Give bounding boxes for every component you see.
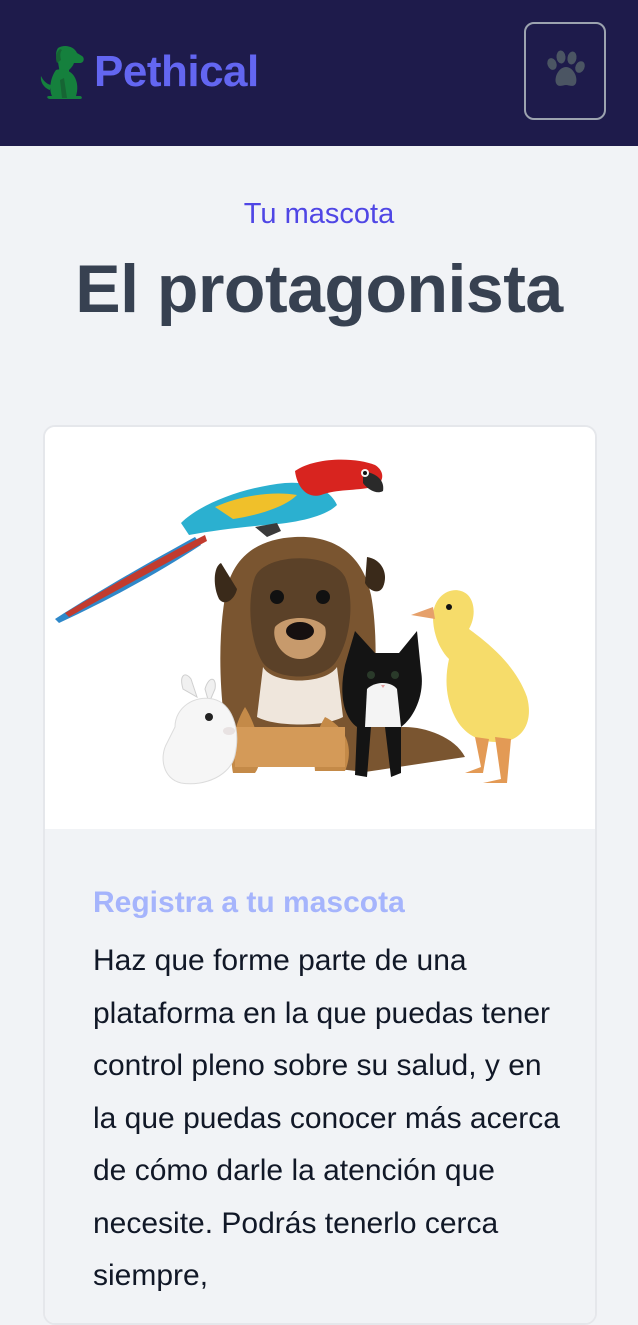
card-subtitle: Registra a tu mascota <box>93 886 405 919</box>
pets-group-image <box>45 427 595 829</box>
brand-link[interactable]: Pethical <box>36 44 259 100</box>
paw-icon <box>547 50 585 86</box>
feature-card: Registra a tu mascota Haz que forme part… <box>43 425 597 1325</box>
hero-title: El protagonista <box>75 251 563 327</box>
brand-name: Pethical <box>94 47 259 96</box>
navbar: Pethical <box>0 0 638 146</box>
card-description: Haz que forme parte de una plataforma en… <box>93 944 560 1292</box>
hero-eyebrow: Tu mascota <box>243 198 395 230</box>
menu-toggle-button[interactable] <box>524 22 606 120</box>
dog-figure <box>214 536 465 773</box>
dog-icon <box>40 45 84 99</box>
